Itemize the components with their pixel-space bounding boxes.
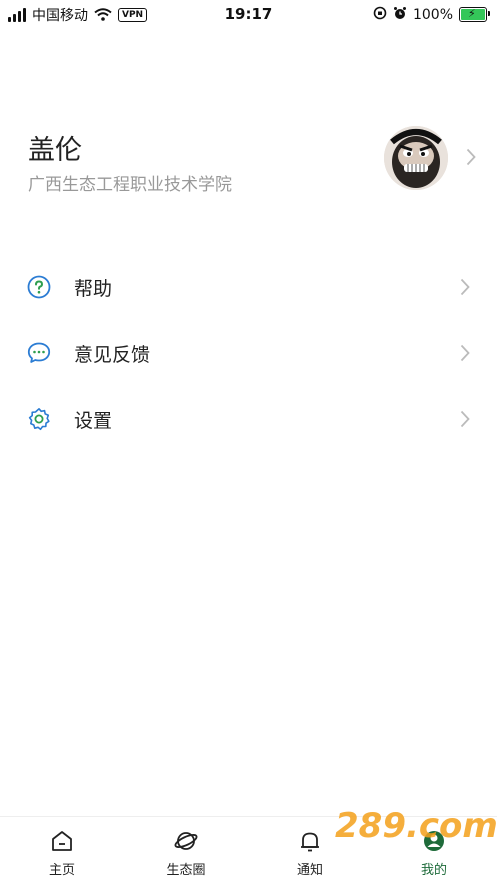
settings-menu: 帮助 意见反馈 设置 xyxy=(0,254,497,452)
chevron-right-icon xyxy=(460,278,470,300)
tab-home[interactable]: 主页 xyxy=(22,817,102,884)
chevron-right-icon xyxy=(466,148,476,170)
battery-percent: 100% xyxy=(412,6,453,23)
tab-label: 生态圈 xyxy=(166,863,206,878)
alarm-icon xyxy=(393,5,407,24)
menu-label: 设置 xyxy=(74,410,113,432)
user-school: 广西生态工程职业技术学院 xyxy=(28,175,232,195)
feedback-icon xyxy=(27,341,51,365)
menu-label: 帮助 xyxy=(74,278,113,300)
tab-label: 我的 xyxy=(420,863,447,878)
rotation-lock-icon xyxy=(373,5,387,24)
menu-item-settings[interactable]: 设置 xyxy=(0,386,497,452)
help-icon xyxy=(27,275,51,299)
tab-label: 主页 xyxy=(48,863,75,878)
profile-header[interactable]: 盖伦 广西生态工程职业技术学院 xyxy=(0,110,497,210)
status-bar: 中国移动 VPN 19:17 100% ⚡ xyxy=(0,0,497,30)
tab-ecosystem[interactable]: 生态圈 xyxy=(146,817,226,884)
chevron-right-icon xyxy=(460,410,470,432)
avatar[interactable] xyxy=(384,126,448,190)
user-name: 盖伦 xyxy=(28,135,82,166)
chevron-right-icon xyxy=(460,344,470,366)
tab-label: 通知 xyxy=(296,863,323,878)
menu-item-feedback[interactable]: 意见反馈 xyxy=(0,320,497,386)
bell-icon xyxy=(298,829,322,853)
watermark: 289.com xyxy=(335,806,497,846)
status-right: 100% ⚡ xyxy=(373,5,490,24)
planet-icon xyxy=(174,829,198,853)
menu-item-help[interactable]: 帮助 xyxy=(0,254,497,320)
settings-icon xyxy=(27,407,51,431)
battery-icon: ⚡ xyxy=(459,7,490,22)
home-icon xyxy=(50,829,74,853)
menu-label: 意见反馈 xyxy=(74,344,151,366)
